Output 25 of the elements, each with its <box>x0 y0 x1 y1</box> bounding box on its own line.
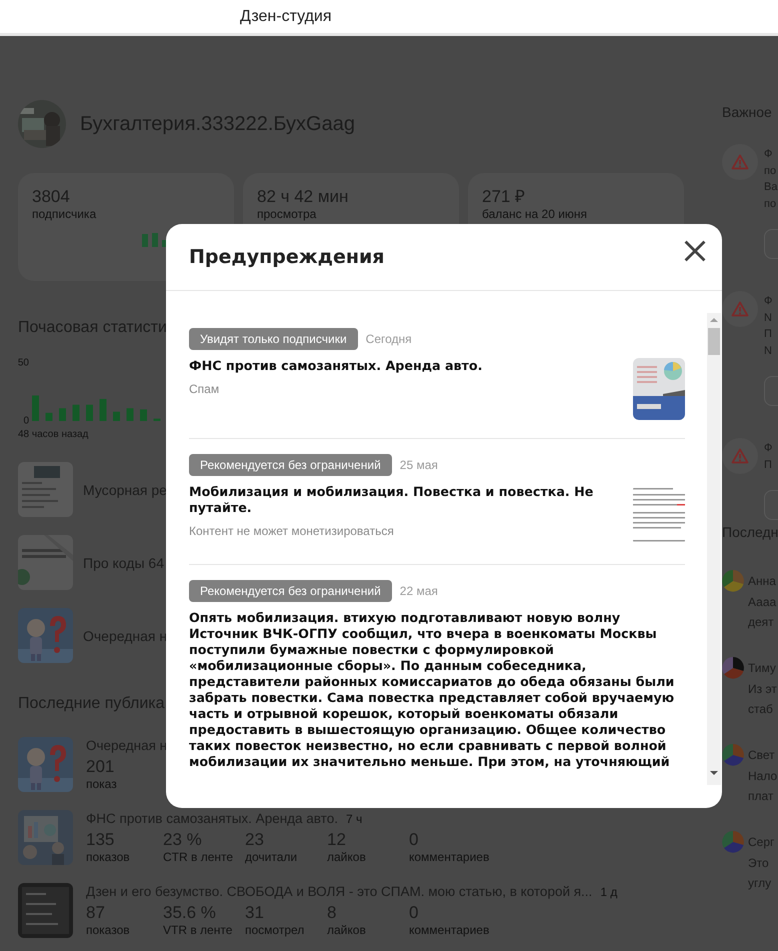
warning-icon <box>722 291 758 327</box>
warning-reason: Спам <box>189 382 220 396</box>
post-title[interactable]: Опять мобилизация. втихую подготавливают новую волну Источник ВЧК-ОГПУ сообщил, что вчера в военкоматы Москвы поступили бумажные повестки с формулировкой «мобилизационные сборы». По данным собеседника, представители районных комиссариатов до обеда обязаны были забрать повестки. Сама повестка представляет собой вручаемую часть и отрывной корешок, который военкоматы обязали предоставить в вышестоящую организацию. Общее количество таких повесток неизвестно, но если сравнивать с первой волной мобилизации их значительно меньше. При этом, на уточняющий <box>189 610 685 770</box>
status-tag: Рекомендуется без ограничений <box>189 454 392 476</box>
status-tag: Рекомендуется без ограничений <box>189 580 392 602</box>
stat-label: просмотра <box>257 207 318 221</box>
dialog-title: Предупреждения <box>189 246 385 268</box>
status-tag: Увидят только подписчики <box>189 328 358 350</box>
post-date: Сегодня <box>366 332 412 346</box>
post-date: 25 мая <box>400 458 438 472</box>
scrollbar[interactable] <box>707 313 721 785</box>
warning-icon <box>722 144 758 180</box>
warning-reason: Контент не может монетизироваться <box>189 524 395 538</box>
stat-label: подписчика <box>32 207 98 221</box>
avatar-icon <box>722 744 744 766</box>
post-title[interactable]: Мобилизация и мобилизация. Повестка и повестка. Не путайте. <box>189 484 619 516</box>
stat-label: баланс на 20 июня <box>482 207 588 221</box>
post-title[interactable]: ФНС против самозанятых. Аренда авто. <box>189 358 619 374</box>
avatar-icon <box>722 831 744 853</box>
avatar-icon <box>722 570 744 592</box>
warning-icon <box>722 438 758 474</box>
app-title: Дзен-студия <box>240 7 332 27</box>
sparkline <box>142 233 168 247</box>
avatar-icon <box>722 657 744 679</box>
post-date: 22 мая <box>400 584 438 598</box>
